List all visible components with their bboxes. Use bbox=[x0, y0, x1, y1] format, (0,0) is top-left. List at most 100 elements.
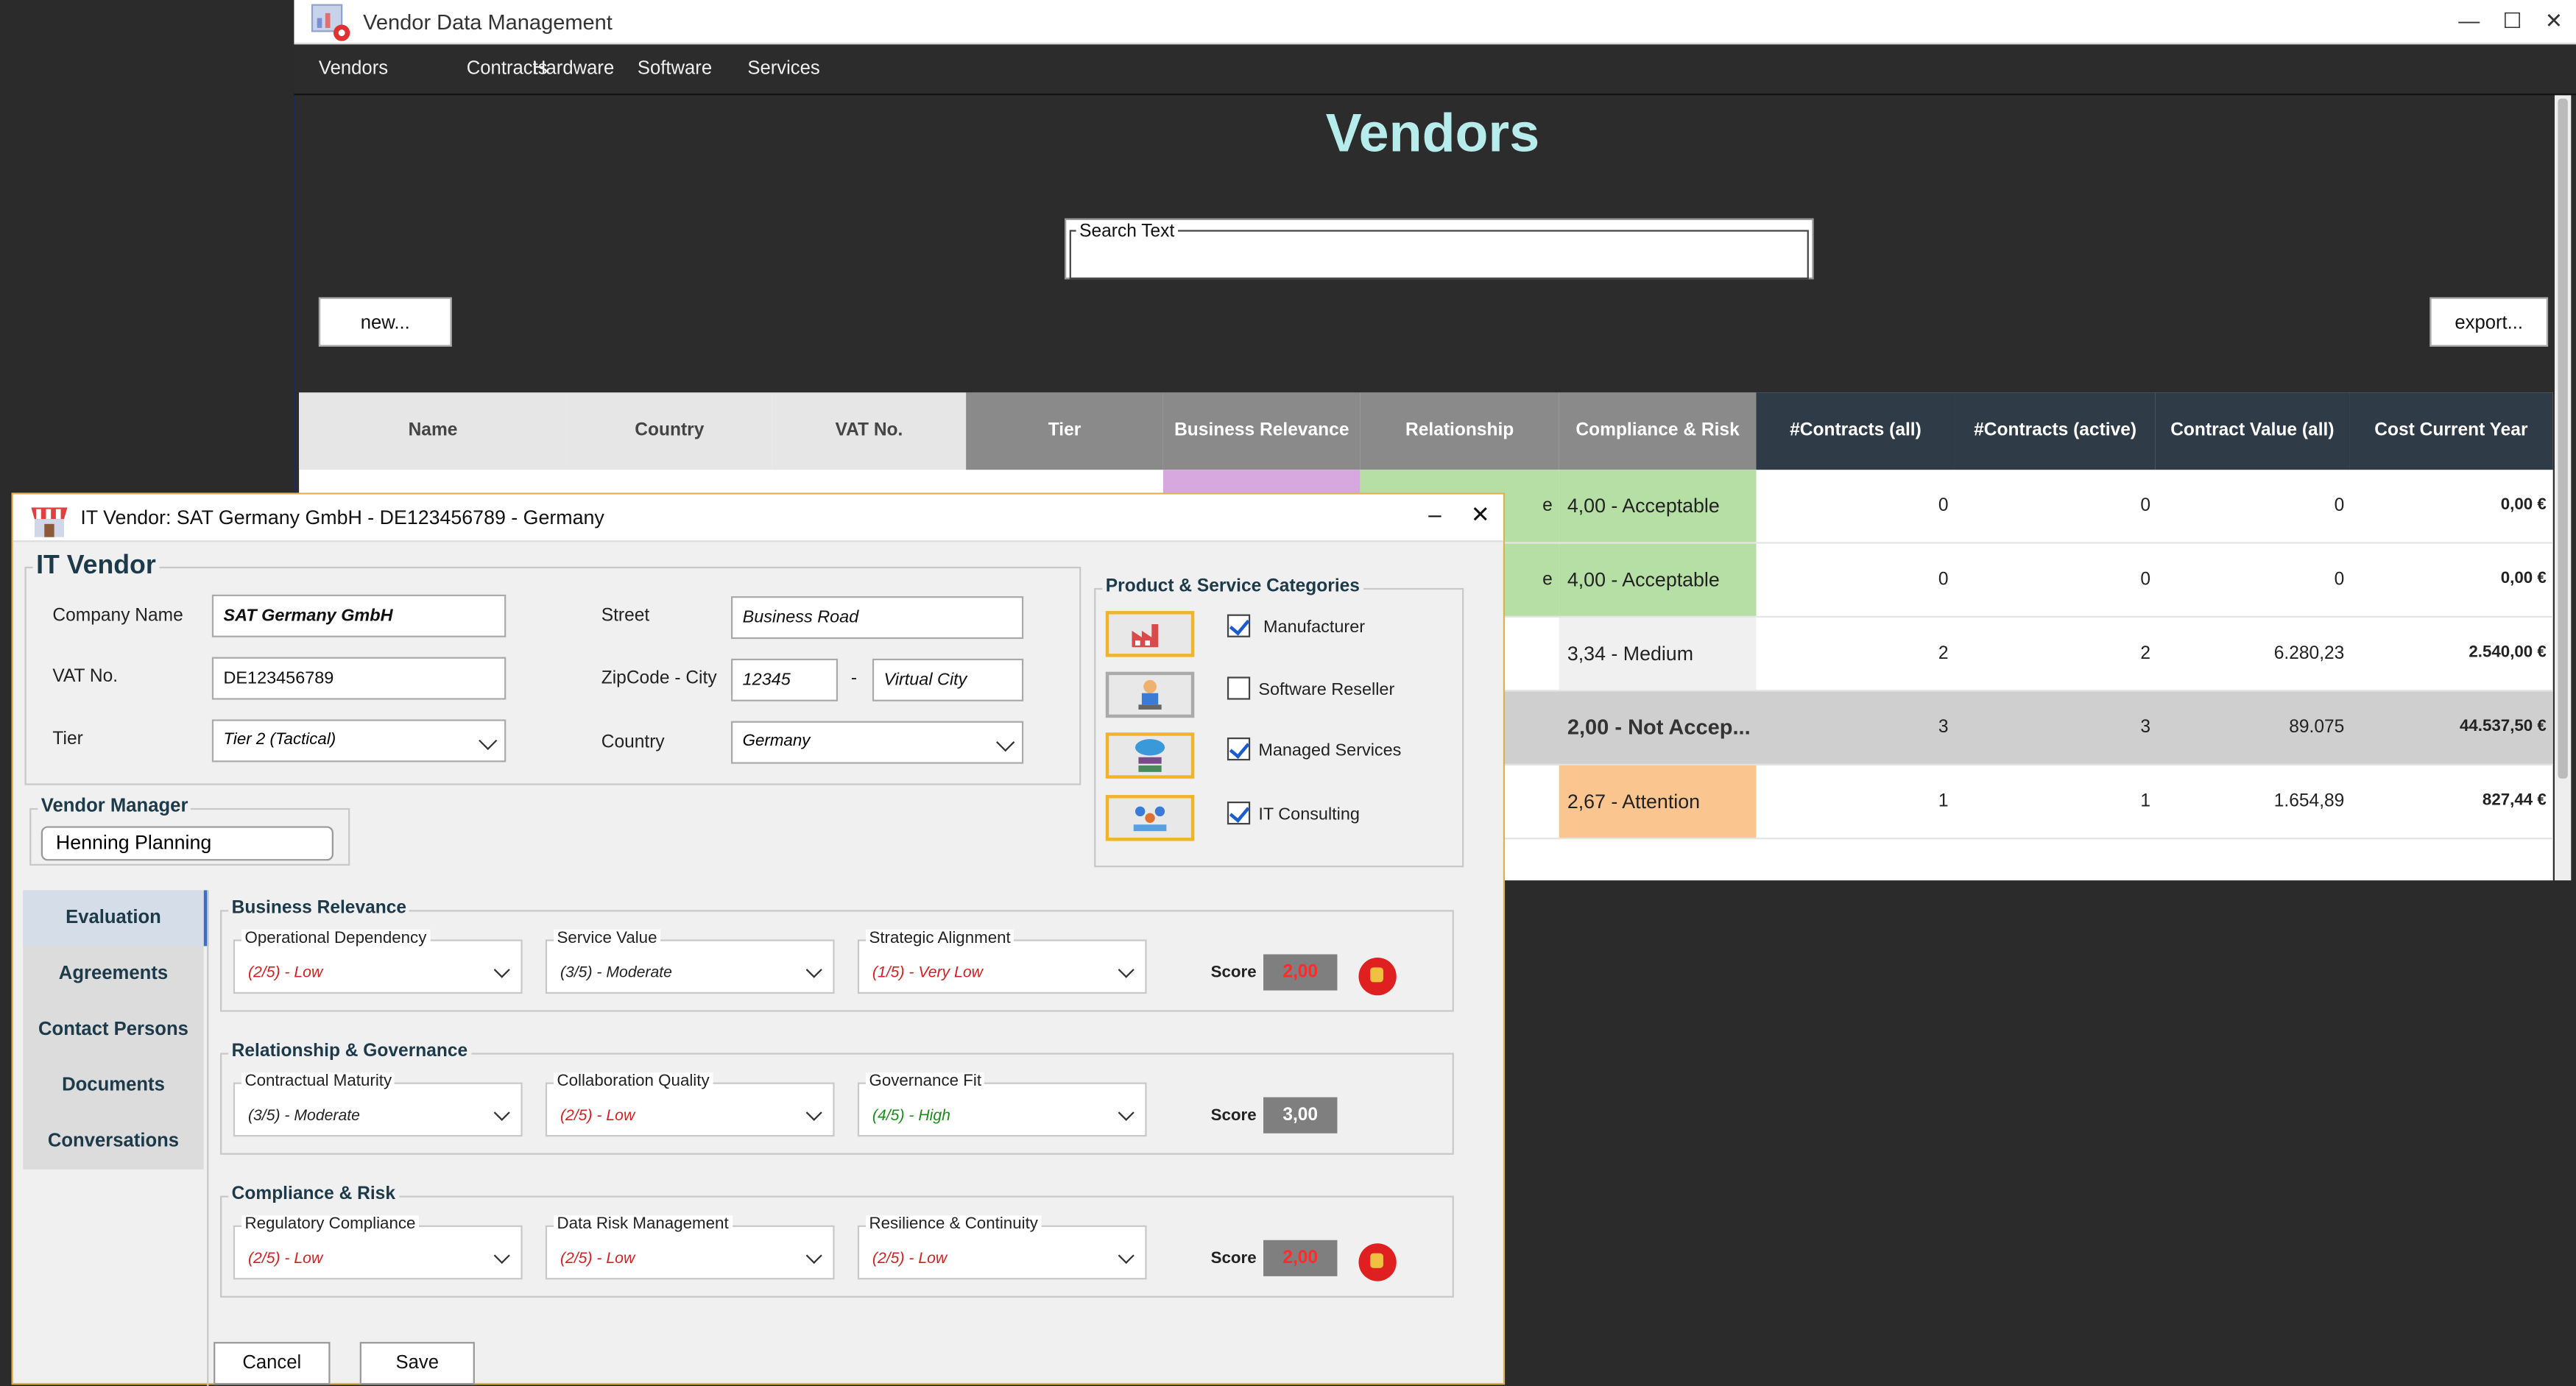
rating-select[interactable]: Operational Dependency (2/5) - Low bbox=[233, 930, 523, 994]
cost-cell: 0,00 € bbox=[2500, 570, 2547, 588]
dialog-close-icon[interactable]: ✕ bbox=[1471, 501, 1490, 529]
col-tier[interactable]: Tier bbox=[966, 392, 1163, 470]
rating-select[interactable]: Contractual Maturity (3/5) - Moderate bbox=[233, 1072, 523, 1137]
contracts-active-cell: 0 bbox=[2140, 495, 2151, 516]
col-contracts-active[interactable]: #Contracts (active) bbox=[1955, 392, 2156, 470]
contracts-active-cell: 1 bbox=[2140, 791, 2151, 812]
shop-icon bbox=[31, 507, 68, 537]
country-select[interactable]: Germany bbox=[731, 721, 1024, 764]
col-cost[interactable]: Cost Current Year bbox=[2349, 392, 2553, 470]
compliance-cell: 4,00 - Acceptable bbox=[1559, 543, 1757, 616]
search-input[interactable] bbox=[1076, 239, 1799, 273]
menu-software[interactable]: Software bbox=[638, 59, 712, 79]
managed-services-checkbox[interactable] bbox=[1227, 737, 1251, 761]
chevron-down-icon bbox=[1118, 961, 1135, 978]
tab-documents[interactable]: Documents bbox=[23, 1058, 203, 1114]
cost-cell: 44.537,50 € bbox=[2459, 718, 2547, 736]
managed-services-label: Managed Services bbox=[1258, 740, 1402, 761]
consulting-icon bbox=[1105, 795, 1195, 841]
tab-conversations[interactable]: Conversations bbox=[23, 1114, 203, 1170]
contracts-active-cell: 2 bbox=[2140, 643, 2151, 664]
compliance-cell: 2,00 - Not Accep... bbox=[1559, 691, 1757, 764]
rating-label: Governance Fit bbox=[866, 1072, 985, 1091]
export-button[interactable]: export... bbox=[2429, 297, 2549, 347]
tab-contact-persons[interactable]: Contact Persons bbox=[23, 1002, 203, 1058]
rating-select[interactable]: Governance Fit (4/5) - High bbox=[857, 1072, 1147, 1137]
vendor-manager-legend: Vendor Manager bbox=[38, 796, 191, 817]
col-vat[interactable]: VAT No. bbox=[772, 392, 967, 470]
country-label: Country bbox=[601, 732, 665, 753]
chevron-down-icon bbox=[996, 733, 1015, 752]
dialog-minimize-icon[interactable]: – bbox=[1428, 501, 1441, 529]
contracts-all-cell: 0 bbox=[1938, 495, 1949, 516]
chevron-down-icon bbox=[493, 1104, 510, 1121]
col-contract-value[interactable]: Contract Value (all) bbox=[2155, 392, 2350, 470]
it-consulting-checkbox[interactable] bbox=[1227, 801, 1251, 825]
rating-select[interactable]: Service Value (3/5) - Moderate bbox=[545, 930, 835, 994]
col-name[interactable]: Name bbox=[299, 392, 567, 470]
rating-select[interactable]: Data Risk Management (2/5) - Low bbox=[545, 1215, 835, 1280]
rating-select[interactable]: Strategic Alignment (1/5) - Very Low bbox=[857, 930, 1147, 994]
col-compliance[interactable]: Compliance & Risk bbox=[1559, 392, 1757, 470]
section-title: IT Vendor bbox=[32, 551, 160, 581]
rating-label: Data Risk Management bbox=[554, 1215, 733, 1234]
rating-select[interactable]: Resilience & Continuity (2/5) - Low bbox=[857, 1215, 1147, 1280]
rating-value: (3/5) - Moderate bbox=[560, 964, 672, 983]
company-field[interactable]: SAT Germany GmbH bbox=[211, 594, 507, 637]
search-field[interactable]: Search Text bbox=[1065, 218, 1814, 280]
minimize-icon[interactable]: — bbox=[2458, 8, 2480, 35]
score-value: 3,00 bbox=[1263, 1097, 1338, 1134]
compliance-cell: 4,00 - Acceptable bbox=[1559, 470, 1757, 542]
score-label: Score bbox=[1210, 964, 1257, 983]
vendor-manager-field[interactable]: Henning Planning bbox=[40, 826, 334, 861]
menu-services[interactable]: Services bbox=[747, 59, 819, 79]
city-field[interactable]: Virtual City bbox=[872, 658, 1024, 701]
tier-select[interactable]: Tier 2 (Tactical) bbox=[211, 719, 507, 763]
chevron-down-icon bbox=[493, 961, 510, 978]
zip-field[interactable]: 12345 bbox=[731, 658, 839, 701]
compliance-cell: 2,67 - Attention bbox=[1559, 765, 1757, 838]
group-title: Compliance & Risk bbox=[228, 1184, 399, 1204]
close-icon[interactable]: ✕ bbox=[2545, 8, 2563, 35]
col-country[interactable]: Country bbox=[566, 392, 772, 470]
manufacturer-checkbox[interactable] bbox=[1227, 614, 1251, 637]
tab-agreements[interactable]: Agreements bbox=[23, 946, 203, 1002]
software-reseller-checkbox[interactable] bbox=[1227, 676, 1251, 700]
contracts-all-cell: 3 bbox=[1938, 718, 1949, 738]
street-label: Street bbox=[601, 606, 650, 626]
save-button[interactable]: Save bbox=[359, 1342, 475, 1385]
score-label: Score bbox=[1210, 1250, 1257, 1268]
it-consulting-label: IT Consulting bbox=[1258, 805, 1360, 825]
street-field[interactable]: Business Road bbox=[731, 596, 1024, 640]
maximize-icon[interactable]: ☐ bbox=[2503, 8, 2522, 35]
col-relationship[interactable]: Relationship bbox=[1360, 392, 1559, 470]
col-contracts-all[interactable]: #Contracts (all) bbox=[1756, 392, 1955, 470]
tab-evaluation[interactable]: Evaluation bbox=[23, 890, 203, 946]
rating-value: (2/5) - Low bbox=[560, 1250, 635, 1268]
rating-label: Resilience & Continuity bbox=[866, 1215, 1042, 1234]
zip-label: ZipCode - City bbox=[601, 668, 717, 688]
rating-label: Collaboration Quality bbox=[554, 1072, 713, 1091]
company-label: Company Name bbox=[52, 606, 183, 626]
rating-label: Service Value bbox=[554, 930, 660, 948]
col-business-relevance[interactable]: Business Relevance bbox=[1162, 392, 1361, 470]
contract-value-cell: 0 bbox=[2334, 495, 2345, 516]
chevron-down-icon bbox=[1118, 1247, 1135, 1265]
thumbs-down-icon bbox=[1358, 1243, 1397, 1281]
main-window-title: Vendor Data Management bbox=[363, 10, 613, 35]
vat-field[interactable]: DE123456789 bbox=[211, 657, 507, 700]
score-label: Score bbox=[1210, 1107, 1257, 1125]
rating-value: (2/5) - Low bbox=[872, 1250, 948, 1268]
menu-hardware[interactable]: Hardware bbox=[532, 59, 614, 79]
contracts-all-cell: 2 bbox=[1938, 643, 1949, 664]
table-scrollbar[interactable] bbox=[2554, 95, 2572, 881]
rating-label: Regulatory Compliance bbox=[241, 1215, 419, 1234]
cancel-button[interactable]: Cancel bbox=[214, 1342, 331, 1385]
new-button[interactable]: new... bbox=[318, 297, 452, 347]
menu-vendors[interactable]: Vendors bbox=[319, 59, 388, 79]
rating-select[interactable]: Regulatory Compliance (2/5) - Low bbox=[233, 1215, 523, 1280]
rating-select[interactable]: Collaboration Quality (2/5) - Low bbox=[545, 1072, 835, 1137]
chevron-down-icon bbox=[1118, 1104, 1135, 1121]
country-value: Germany bbox=[742, 732, 811, 751]
search-legend: Search Text bbox=[1076, 222, 1178, 242]
